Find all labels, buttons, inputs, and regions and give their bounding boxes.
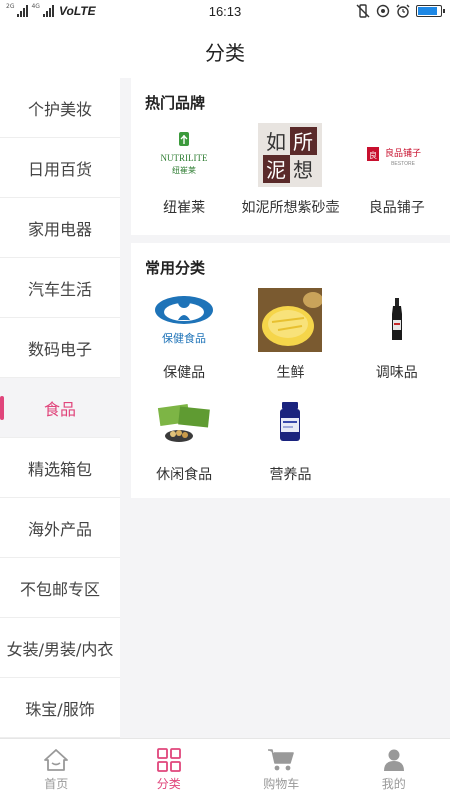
section-title: 热门品牌 (145, 94, 206, 112)
tab-profile[interactable]: 我的 (338, 739, 450, 800)
svg-text:良: 良 (369, 150, 377, 160)
svg-text:想: 想 (293, 158, 313, 182)
fresh-produce-image (258, 288, 323, 352)
category-label: 休闲食品 (156, 467, 213, 483)
alarm-icon (396, 4, 410, 18)
category-icon (156, 747, 181, 772)
tab-label: 分类 (156, 776, 181, 791)
category-item-nutrition[interactable]: 营养品 (237, 390, 343, 484)
sidebar-item-clothing[interactable]: 女装/男装/内衣 (0, 618, 120, 678)
brand-item-bestore[interactable]: 良 良品铺子 BESTORE 良品铺子 (344, 123, 450, 217)
category-content: 热门品牌 NUTRILITE 纽崔莱 纽崔莱 如 所 泥 想 如泥所想紫砂壶 良… (131, 78, 450, 506)
sync-icon (376, 4, 390, 18)
battery-icon (416, 5, 445, 17)
sidebar-item-jewelry[interactable]: 珠宝/服饰 (0, 678, 120, 738)
brand-label: 如泥所想紫砂壶 (241, 200, 340, 216)
svg-text:良品铺子: 良品铺子 (385, 147, 421, 159)
hot-brands-section: 热门品牌 NUTRILITE 纽崔莱 纽崔莱 如 所 泥 想 如泥所想紫砂壶 良… (131, 78, 450, 235)
svg-text:如: 如 (266, 130, 286, 154)
brand-item-nutrilite[interactable]: NUTRILITE 纽崔莱 纽崔莱 (131, 123, 237, 217)
user-icon (383, 749, 404, 771)
svg-text:泥: 泥 (266, 158, 286, 182)
section-title: 常用分类 (145, 259, 206, 277)
category-item-health[interactable]: 保健食品 保健品 (131, 288, 237, 382)
sidebar-item-appliances[interactable]: 家用电器 (0, 198, 120, 258)
sidebar-item-personal-care[interactable]: 个护美妆 (0, 78, 120, 138)
common-categories-section: 常用分类 保健食品 保健品 生鲜 调味品 休闲食品 营养品 (131, 243, 450, 498)
bottom-tab-bar: 首页 分类 购物车 我的 (0, 738, 450, 800)
category-label: 调味品 (375, 365, 418, 381)
category-item-fresh[interactable]: 生鲜 (237, 288, 343, 382)
page-title: 分类 (205, 40, 245, 65)
health-food-logo: 保健食品 (152, 288, 216, 352)
bestore-logo: 良 良品铺子 BESTORE (365, 123, 429, 187)
runisuoxiang-logo: 如 所 泥 想 (258, 123, 323, 187)
supplement-bottle-image (258, 390, 322, 454)
sidebar-item-car-life[interactable]: 汽车生活 (0, 258, 120, 318)
condiment-bottle-image (365, 288, 429, 352)
brand-label: 纽崔莱 (163, 200, 206, 216)
tab-home[interactable]: 首页 (0, 739, 113, 800)
tab-label: 购物车 (263, 776, 300, 791)
svg-text:纽崔莱: 纽崔莱 (172, 165, 196, 175)
sidebar-item-bags[interactable]: 精选箱包 (0, 438, 120, 498)
category-label: 营养品 (269, 467, 312, 483)
svg-text:保健食品: 保健食品 (162, 331, 206, 345)
category-sidebar: 个护美妆 日用百货 家用电器 汽车生活 数码电子 食品 精选箱包 海外产品 不包… (0, 78, 120, 738)
tab-label: 我的 (381, 776, 406, 791)
category-label: 保健品 (163, 365, 206, 381)
svg-text:BESTORE: BESTORE (391, 161, 415, 167)
tab-label: 首页 (44, 776, 69, 791)
svg-text:所: 所 (293, 130, 313, 154)
nutrilite-logo: NUTRILITE 纽崔莱 (152, 123, 216, 187)
cart-icon (268, 748, 295, 770)
sidebar-item-daily-goods[interactable]: 日用百货 (0, 138, 120, 198)
svg-text:NUTRILITE: NUTRILITE (161, 153, 208, 163)
category-item-snacks[interactable]: 休闲食品 (131, 390, 237, 484)
status-bar: 2G 4G VoLTE 16:13 (0, 0, 450, 24)
brand-item-runisuoxiang[interactable]: 如 所 泥 想 如泥所想紫砂壶 (237, 123, 343, 217)
snack-box-image (152, 390, 216, 454)
header: 分类 (0, 24, 450, 78)
sidebar-item-overseas[interactable]: 海外产品 (0, 498, 120, 558)
category-label: 生鲜 (276, 365, 305, 381)
vibrate-icon (356, 4, 370, 18)
sidebar-item-digital[interactable]: 数码电子 (0, 318, 120, 378)
brand-label: 良品铺子 (368, 200, 425, 216)
tab-category[interactable]: 分类 (113, 739, 226, 800)
home-icon (44, 748, 69, 771)
sidebar-item-food[interactable]: 食品 (0, 378, 120, 438)
sidebar-item-no-free-shipping[interactable]: 不包邮专区 (0, 558, 120, 618)
status-icons (356, 4, 445, 18)
tab-cart[interactable]: 购物车 (225, 739, 338, 800)
category-item-condiments[interactable]: 调味品 (344, 288, 450, 382)
